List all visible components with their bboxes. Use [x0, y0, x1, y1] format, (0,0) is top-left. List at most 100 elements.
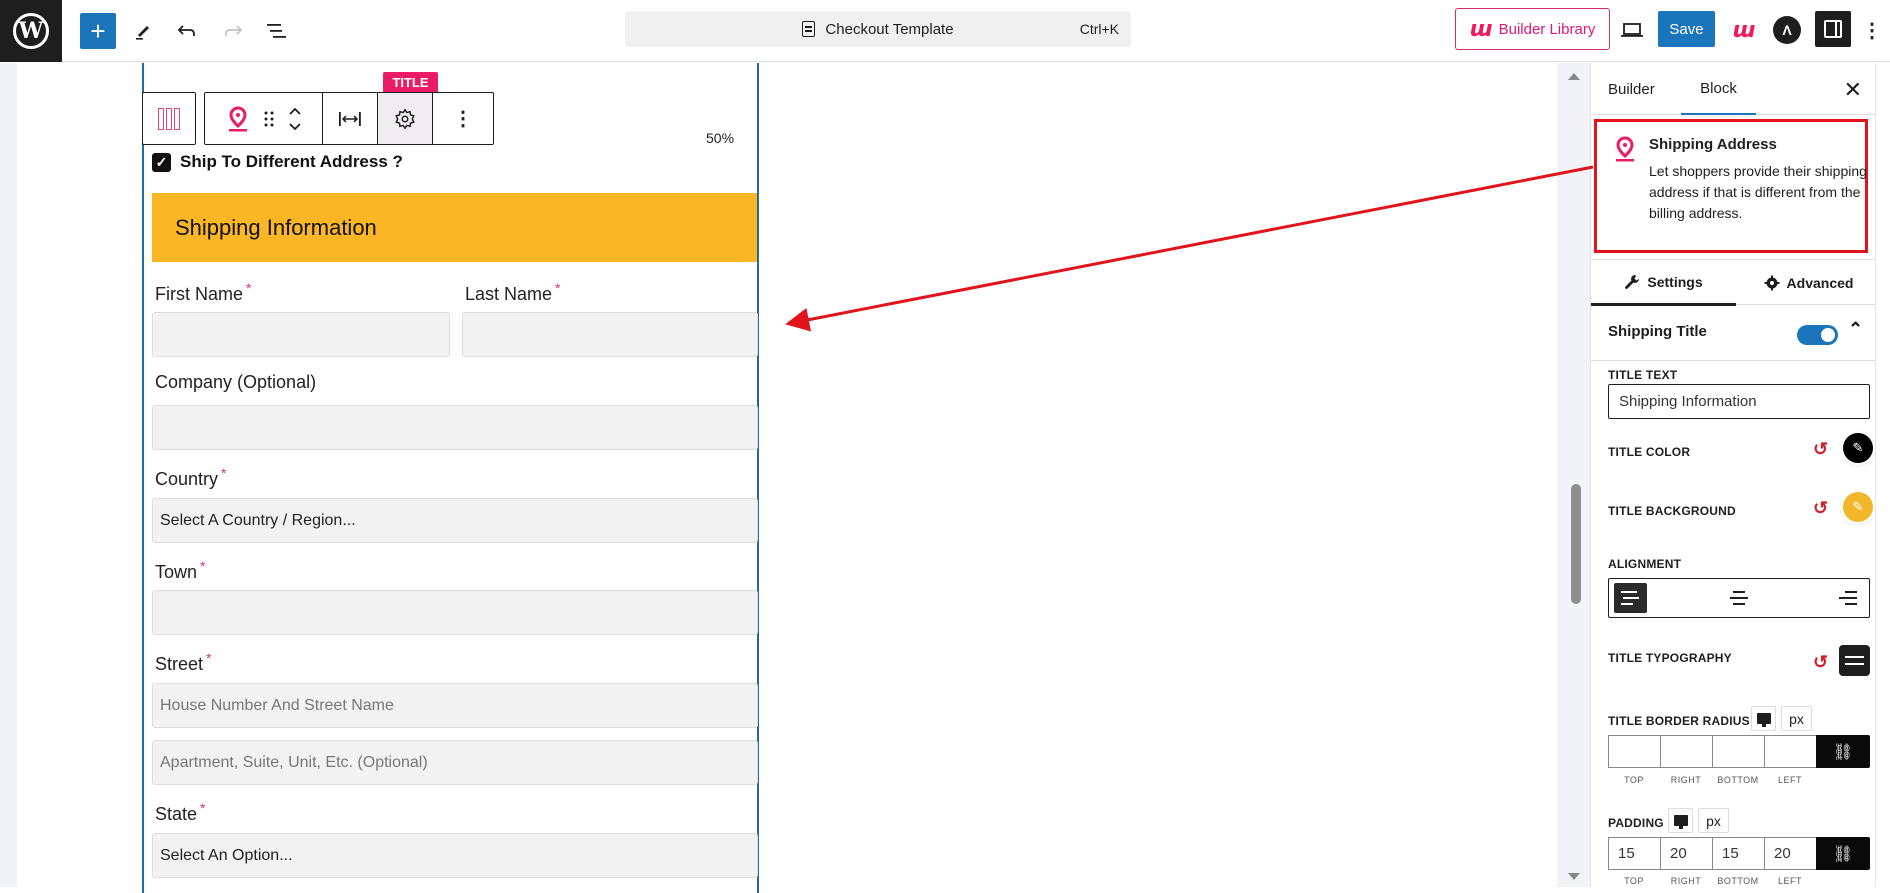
last-name-label: Last Name *	[465, 280, 561, 305]
border-radius-inputs: ⛓	[1608, 735, 1870, 768]
required-mark: *	[200, 558, 206, 574]
link-values-button[interactable]: ⛓	[1816, 837, 1870, 870]
last-name-label-text: Last Name	[465, 284, 553, 304]
side-label-right: RIGHT	[1670, 876, 1702, 886]
border-radius-right-input[interactable]	[1660, 735, 1712, 768]
tools-button[interactable]	[128, 13, 158, 49]
chevron-up-icon[interactable]: ⌃	[1848, 319, 1863, 340]
add-block-button[interactable]: +	[80, 13, 116, 49]
width-toggle-button[interactable]	[323, 93, 378, 144]
ship-different-checkbox[interactable]: ✓	[152, 152, 171, 172]
scroll-up-icon[interactable]	[1568, 73, 1580, 80]
astra-settings-button[interactable]: Λ	[1773, 16, 1801, 44]
title-color-swatch[interactable]: ✎	[1843, 433, 1873, 463]
desktop-icon	[1756, 713, 1771, 727]
company-input[interactable]	[152, 405, 758, 450]
reset-title-background-icon[interactable]: ↺	[1813, 498, 1828, 519]
close-icon: ✕	[1843, 77, 1862, 102]
gear-icon	[1764, 275, 1780, 291]
desktop-icon	[1673, 815, 1688, 829]
tab-builder[interactable]: Builder	[1608, 63, 1655, 115]
columns-icon-bar	[174, 107, 180, 130]
redo-button[interactable]	[218, 13, 248, 49]
save-button[interactable]: Save	[1658, 11, 1715, 47]
border-radius-left-input[interactable]	[1764, 735, 1816, 768]
padding-top-input[interactable]: 15	[1608, 837, 1660, 870]
move-up-down-icon[interactable]	[288, 106, 302, 132]
required-mark: *	[200, 800, 206, 816]
wowstore-plugin-button[interactable]: ɯ	[1728, 14, 1758, 46]
device-preview-button[interactable]	[1620, 18, 1644, 42]
settings-sidebar-toggle[interactable]	[1815, 11, 1851, 47]
title-typography-label: TITLE TYPOGRAPHY	[1608, 651, 1732, 665]
border-radius-top-input[interactable]	[1608, 735, 1660, 768]
padding-bottom-input[interactable]: 15	[1712, 837, 1764, 870]
block-settings-button[interactable]	[378, 93, 433, 144]
canvas-scrollbar[interactable]	[1557, 63, 1590, 887]
tab-settings[interactable]: Settings	[1591, 260, 1736, 306]
title-color-label: TITLE COLOR	[1608, 445, 1691, 459]
block-description: Let shoppers provide their shipping addr…	[1649, 163, 1867, 221]
border-radius-side-labels: TOP RIGHT BOTTOM LEFT	[1608, 775, 1818, 785]
close-sidebar-button[interactable]: ✕	[1844, 77, 1862, 103]
columns-icon	[158, 107, 164, 130]
block-options-button[interactable]: ⋮	[433, 93, 493, 144]
link-values-button[interactable]: ⛓	[1816, 735, 1870, 768]
align-left-button[interactable]	[1614, 583, 1647, 613]
sidebar-tabs: Builder Block ✕	[1591, 63, 1876, 115]
street-label: Street *	[155, 650, 211, 675]
align-center-button[interactable]	[1723, 583, 1756, 613]
align-right-button[interactable]	[1831, 583, 1864, 613]
responsive-device-button[interactable]	[1751, 706, 1776, 731]
last-name-input[interactable]	[462, 312, 758, 357]
undo-button[interactable]	[172, 13, 202, 49]
sidebar-scrollbar[interactable]	[1875, 63, 1890, 887]
command-shortcut: Ctrl+K	[1079, 21, 1119, 37]
reset-title-color-icon[interactable]: ↺	[1813, 439, 1828, 460]
state-label-text: State	[155, 804, 198, 824]
first-name-input[interactable]	[152, 312, 450, 357]
shipping-title-toggle[interactable]	[1797, 325, 1838, 345]
ship-different-address[interactable]: ✓ Ship To Different Address ?	[152, 152, 403, 172]
sliders-icon-line	[1845, 663, 1864, 665]
country-select[interactable]: Select A Country / Region...	[152, 498, 758, 543]
title-background-swatch[interactable]: ✎	[1843, 492, 1873, 522]
title-background-label: TITLE BACKGROUND	[1608, 504, 1736, 518]
command-palette-bar[interactable]: Checkout Template Ctrl+K	[625, 11, 1131, 47]
padding-right-input[interactable]: 20	[1660, 837, 1712, 870]
select-parent-block-button[interactable]	[142, 92, 196, 145]
tab-advanced[interactable]: Advanced	[1736, 260, 1881, 306]
padding-left-input[interactable]: 20	[1764, 837, 1816, 870]
scroll-down-icon[interactable]	[1568, 873, 1580, 880]
border-radius-unit-button[interactable]: px	[1781, 706, 1812, 731]
title-text-input[interactable]: Shipping Information	[1608, 384, 1870, 419]
builder-library-button[interactable]: ɯ Builder Library	[1455, 8, 1610, 50]
location-pin-icon[interactable]	[226, 105, 250, 132]
more-vertical-icon: ⋮	[1862, 19, 1882, 42]
tab-block[interactable]: Block	[1681, 63, 1756, 115]
document-overview-button[interactable]	[262, 13, 292, 49]
shipping-title-panel-header[interactable]: Shipping Title ⌃	[1591, 305, 1876, 361]
responsive-device-button[interactable]	[1668, 808, 1693, 833]
side-label-top: TOP	[1624, 876, 1644, 886]
scrollbar-thumb[interactable]	[1571, 484, 1581, 604]
shipping-section-title[interactable]: Shipping Information	[152, 193, 757, 262]
state-select[interactable]: Select An Option...	[152, 833, 758, 878]
wordpress-logo[interactable]: W	[0, 0, 62, 62]
side-label-right: RIGHT	[1670, 775, 1702, 785]
more-vertical-icon: ⋮	[453, 108, 473, 130]
redo-icon	[225, 25, 243, 36]
street-line-1-input[interactable]: House Number And Street Name	[152, 683, 758, 728]
reset-typography-icon[interactable]: ↺	[1813, 652, 1828, 673]
typography-settings-button[interactable]	[1839, 645, 1870, 676]
border-radius-bottom-input[interactable]	[1712, 735, 1764, 768]
required-mark: *	[206, 650, 212, 666]
side-label-bottom: BOTTOM	[1717, 775, 1759, 785]
tab-settings-label: Settings	[1647, 273, 1703, 290]
padding-unit-button[interactable]: px	[1698, 808, 1729, 833]
options-menu-button[interactable]: ⋮	[1862, 14, 1882, 46]
sliders-icon	[1845, 656, 1864, 658]
drag-handle-icon[interactable]	[264, 111, 274, 127]
town-input[interactable]	[152, 590, 758, 635]
street-line-2-input[interactable]: Apartment, Suite, Unit, Etc. (Optional)	[152, 740, 758, 785]
